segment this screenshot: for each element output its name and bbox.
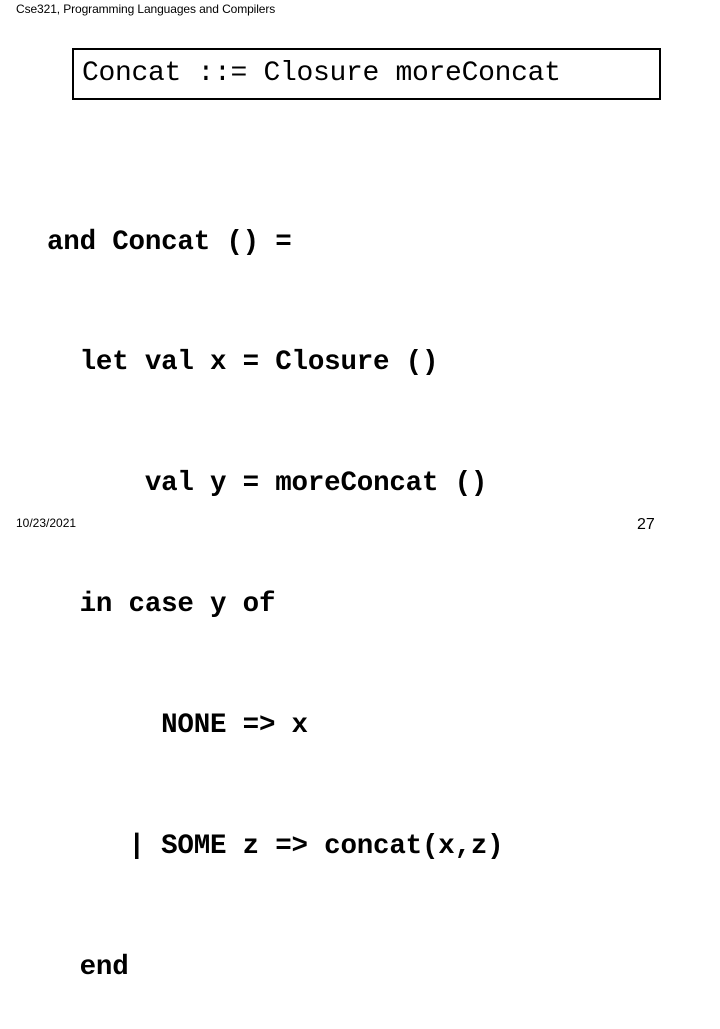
code-line: in case y of bbox=[79, 589, 276, 621]
code-line: end bbox=[79, 951, 129, 983]
code-line: and Concat () = bbox=[47, 226, 292, 258]
slide-title-box: Concat ::= Closure moreConcat bbox=[72, 48, 661, 100]
code-line: val y = moreConcat () bbox=[144, 468, 488, 500]
code-line: | SOME z => concat(x,z) bbox=[128, 831, 504, 863]
code-line: NONE => x bbox=[161, 710, 308, 742]
page-number: 27 bbox=[637, 516, 655, 533]
slide-title: Concat ::= Closure moreConcat bbox=[82, 58, 561, 89]
code-block: and Concat () = let val x = Closure () v… bbox=[47, 142, 504, 1029]
code-line: let val x = Closure () bbox=[79, 347, 439, 379]
slide-date: 10/23/2021 bbox=[16, 516, 77, 530]
course-header: Cse321, Programming Languages and Compil… bbox=[16, 2, 276, 16]
